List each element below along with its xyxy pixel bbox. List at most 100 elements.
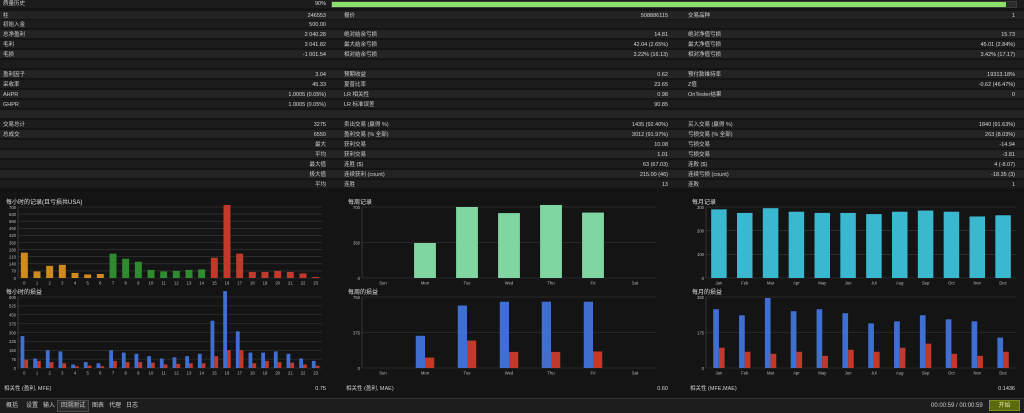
stat-value bbox=[240, 141, 326, 149]
profit-bar bbox=[415, 335, 425, 368]
stat-value bbox=[560, 21, 668, 29]
stat-value: 23.65 bbox=[654, 82, 668, 89]
stat-label: 连败 ($) bbox=[688, 161, 708, 168]
stat-label: 采收率 bbox=[3, 82, 20, 89]
bar bbox=[236, 253, 244, 278]
x-tick-label: Apr bbox=[793, 281, 800, 286]
stat-label: 毛损 bbox=[3, 52, 15, 59]
stat-value: 1 bbox=[1011, 181, 1015, 188]
bar bbox=[762, 208, 779, 278]
stat-value: 4 (-8.07) bbox=[994, 161, 1015, 168]
x-tick-label: 21 bbox=[288, 371, 293, 376]
profit-bar bbox=[739, 315, 745, 368]
x-tick-label: 4 bbox=[74, 371, 77, 376]
chart-monthly-pnl: 每月的损益 0 175 350 Jan Feb Mar Apr May Jun Jul Aug Sep O… bbox=[690, 287, 1018, 379]
x-tick-label: Fri bbox=[591, 371, 596, 376]
loss-bar bbox=[239, 350, 244, 368]
stat-value: 19313.18% bbox=[987, 72, 1015, 79]
loss-bar bbox=[62, 363, 67, 368]
stat-value: 1.0005 (0.05%) bbox=[288, 92, 326, 99]
stat-value: 0.98 bbox=[657, 92, 668, 99]
tab-0[interactable]: 概括 bbox=[3, 401, 21, 411]
bar bbox=[46, 265, 54, 278]
stat-label: 报价 bbox=[344, 12, 356, 19]
x-tick-label: Mar bbox=[767, 281, 775, 286]
x-tick-label: 13 bbox=[187, 281, 192, 286]
x-tick-label: 19 bbox=[263, 281, 268, 286]
stat-label: 相对结余亏损 bbox=[344, 52, 378, 59]
stat-label: 连胜 ($) bbox=[344, 161, 364, 168]
stat-value: 42.04 (2.65%) bbox=[633, 42, 668, 49]
y-tick-label: 0 bbox=[14, 276, 17, 281]
profit-bar bbox=[842, 313, 849, 368]
y-tick-label: 0 bbox=[14, 366, 17, 371]
x-tick-label: 12 bbox=[174, 371, 179, 376]
stat-label: 盈利交易 (% 全部) bbox=[344, 131, 389, 138]
stat-value: 1.01 bbox=[657, 151, 668, 158]
start-button[interactable]: 开始 bbox=[989, 400, 1020, 411]
stat-value bbox=[240, 181, 326, 189]
x-tick-label: Mon bbox=[421, 281, 430, 286]
loss-bar bbox=[848, 349, 854, 368]
loss-bar bbox=[113, 360, 117, 368]
tab-4[interactable]: 图表 bbox=[89, 401, 107, 411]
x-tick-label: 1 bbox=[36, 371, 39, 376]
x-tick-label: 22 bbox=[301, 281, 306, 286]
bar bbox=[223, 204, 231, 278]
loss-bar bbox=[977, 355, 983, 368]
bar bbox=[274, 270, 282, 278]
tab-3[interactable]: 回溯测试 bbox=[57, 400, 90, 412]
stat-label: 获利交易 bbox=[344, 151, 367, 158]
stat-label: 相对净值亏损 bbox=[688, 52, 722, 59]
x-tick-label: 5 bbox=[86, 371, 89, 376]
stat-value: -0.62 (46.47%) bbox=[978, 82, 1015, 89]
stat-label: 毛利 bbox=[3, 42, 15, 49]
loss-bar bbox=[176, 363, 181, 368]
loss-bar bbox=[227, 350, 231, 368]
loss-bar bbox=[290, 362, 295, 368]
x-tick-label: Dec bbox=[999, 281, 1006, 286]
y-tick-label: 350 bbox=[9, 240, 17, 245]
stat-label: 连续获利 (count) bbox=[344, 171, 385, 178]
x-tick-label: 11 bbox=[161, 371, 166, 376]
stat-value: 508886115 bbox=[640, 12, 668, 19]
tab-6[interactable]: 日志 bbox=[123, 401, 141, 411]
stat-label: 绝对净值亏损 bbox=[688, 32, 722, 39]
profit-bar bbox=[764, 298, 771, 368]
x-tick-label: 12 bbox=[174, 281, 179, 286]
stat-label: 最大净值亏损 bbox=[688, 42, 722, 49]
profit-bar bbox=[299, 358, 303, 368]
tab-2[interactable]: 输入 bbox=[40, 401, 58, 411]
stats-row-band bbox=[0, 50, 1024, 59]
y-tick-label: 600 bbox=[9, 295, 17, 300]
bar bbox=[20, 252, 28, 278]
bottom-tab-bar: 概括 设置 输入 回溯测试 图表 代理 日志 00:00:59 / 00:00:59 开始 bbox=[0, 398, 1024, 413]
quality-history-value: 90% bbox=[314, 1, 326, 7]
x-tick-label: 23 bbox=[313, 371, 318, 376]
bar bbox=[261, 271, 269, 278]
stat-label: 交易品种 bbox=[688, 12, 711, 19]
x-tick-label: Jul bbox=[871, 281, 876, 286]
profit-bar bbox=[945, 319, 952, 368]
correlation-value: 0.60 bbox=[657, 386, 668, 392]
stat-value: 3.22% (16.13) bbox=[633, 52, 668, 59]
loss-bar bbox=[151, 362, 155, 368]
bar bbox=[969, 216, 985, 278]
elapsed-timer: 00:00:59 / 00:00:59 bbox=[931, 403, 983, 409]
profit-bar bbox=[583, 301, 593, 368]
stat-value: 45.01 (2.84%) bbox=[980, 42, 1015, 49]
profit-bar bbox=[147, 356, 151, 368]
tab-1[interactable]: 设置 bbox=[23, 401, 41, 411]
bar bbox=[892, 211, 908, 278]
loss-bar bbox=[951, 353, 958, 368]
x-tick-label: 20 bbox=[275, 281, 280, 286]
stat-value: 3.42% (17.17) bbox=[980, 52, 1015, 59]
stats-row-band bbox=[0, 110, 1024, 118]
stat-label: 最大结余亏损 bbox=[344, 42, 378, 49]
tab-5[interactable]: 代理 bbox=[106, 401, 124, 411]
y-tick-label: 140 bbox=[9, 262, 17, 267]
stat-value: 15.73 bbox=[1001, 32, 1015, 39]
stats-row-band bbox=[0, 129, 1024, 138]
stat-value: 0 bbox=[1011, 92, 1015, 99]
x-tick-label: 9 bbox=[137, 281, 140, 286]
